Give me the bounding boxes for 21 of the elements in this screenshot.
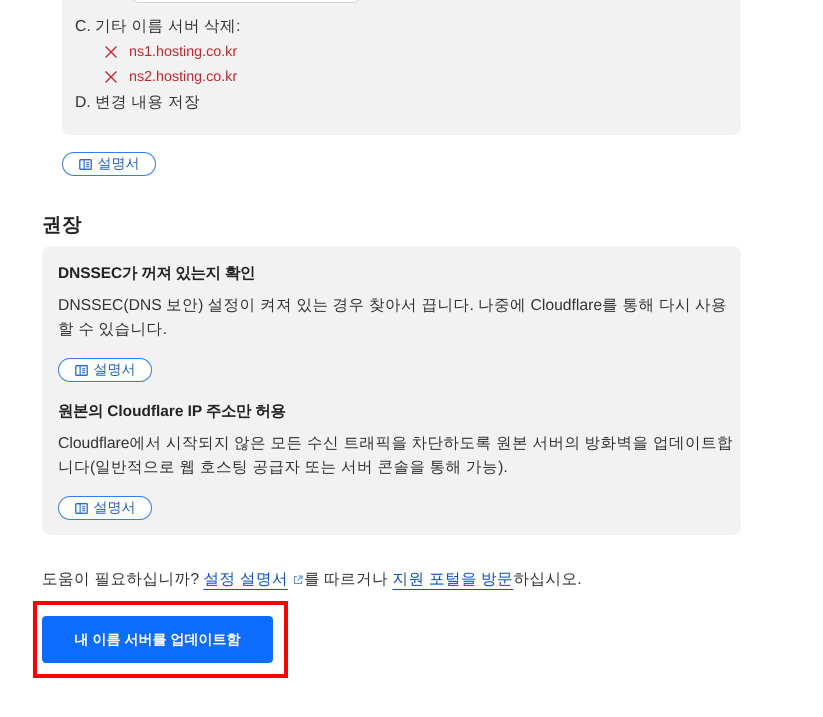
recommendation-title: DNSSEC가 꺼져 있는지 확인 bbox=[58, 264, 256, 284]
book-icon bbox=[74, 364, 88, 376]
step-text: D. 변경 내용 저장 bbox=[75, 93, 201, 113]
update-nameservers-button[interactable]: 내 이름 서버를 업데이트함 bbox=[42, 616, 273, 663]
name-server-entry: ns2.hosting.co.kr bbox=[129, 68, 238, 86]
cross-icon bbox=[105, 70, 117, 82]
step-text: C. 기타 이름 서버 삭제: bbox=[75, 17, 242, 37]
help-sentence: 도움이 필요하십니까? 설정 설명서 를 따르거나 지원 포털을 방문하십시오. bbox=[42, 570, 583, 590]
section-heading: 권장 bbox=[42, 213, 83, 238]
book-icon bbox=[74, 502, 88, 514]
manual-button[interactable]: 설명서 bbox=[58, 496, 152, 520]
manual-button[interactable]: 설명서 bbox=[62, 152, 156, 176]
cross-icon bbox=[105, 46, 117, 58]
recommendation-description: DNSSEC(DNS 보안) 설정이 켜져 있는 경우 찾아서 끕니다. 나중에 Cloudflare를 통해 다시 사용할 수 있습니다. bbox=[58, 296, 728, 340]
help-link[interactable]: 설정 설명서 bbox=[203, 571, 288, 588]
manual-button[interactable]: 설명서 bbox=[58, 358, 152, 382]
recommendation-description: Cloudflare에서 시작되지 않은 모든 수신 트래픽을 차단하도록 원본 서버의 방화벽을 업데이트합니다(일반적으로 웹 호스팅 공급자 또는 서버 콘솔을 통해 가능). bbox=[58, 434, 734, 478]
name-server-entry: ns1.hosting.co.kr bbox=[129, 42, 238, 62]
book-icon bbox=[78, 158, 92, 170]
help-link[interactable]: 지원 포털을 방문 bbox=[392, 571, 514, 588]
recommendation-title: 원본의 Cloudflare IP 주소만 허용 bbox=[58, 402, 286, 422]
